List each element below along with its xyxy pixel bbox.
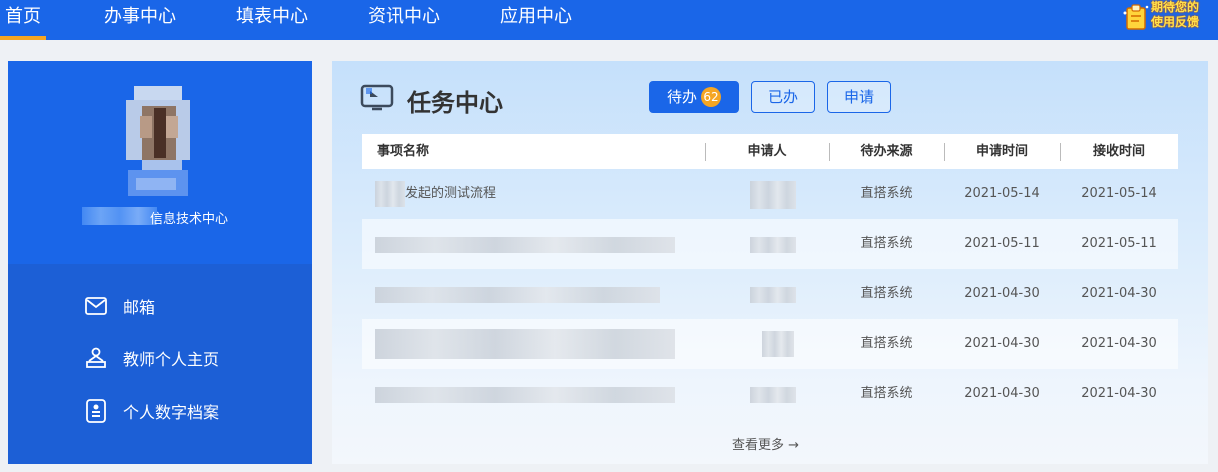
redacted-text <box>375 329 675 359</box>
side-menu: 邮箱 教师个人主页 个人数字档案 <box>8 264 312 464</box>
top-nav: 首页 办事中心 填表中心 资讯中心 应用中心 期待您的 使用反馈 <box>0 0 1218 40</box>
cell-apply-time: 2021-05-11 <box>964 236 1040 251</box>
nav-item-news-center[interactable]: 资讯中心 <box>368 0 440 40</box>
cell-apply-time: 2021-05-14 <box>964 186 1040 201</box>
todo-count-badge: 62 <box>701 87 721 107</box>
view-more-link[interactable]: 查看更多 → <box>732 434 799 453</box>
menu-item-label: 邮箱 <box>123 298 156 317</box>
cell-source: 直搭系统 <box>860 286 913 301</box>
department-label: 信息技术中心 <box>150 212 229 227</box>
redacted-applicant <box>750 387 796 403</box>
redacted-text <box>375 237 675 253</box>
clipboard-icon <box>1123 3 1149 35</box>
tab-todo-label: 待办 <box>666 88 697 106</box>
nav-item-service-center[interactable]: 办事中心 <box>104 0 176 40</box>
tab-done[interactable]: 已办 <box>751 81 815 113</box>
task-center-panel: 任务中心 待办 62 已办 申请 事项名称 申请人 待办来源 申请时间 接收时间 … <box>332 61 1208 464</box>
cell-apply-time: 2021-04-30 <box>964 386 1040 401</box>
menu-item-digital-archive[interactable]: 个人数字档案 <box>83 396 219 426</box>
table-row[interactable]: 直搭系统 2021-04-30 2021-04-30 <box>362 369 1178 419</box>
cell-source: 直搭系统 <box>860 186 913 201</box>
menu-item-teacher-home[interactable]: 教师个人主页 <box>83 343 219 373</box>
cell-source: 直搭系统 <box>860 236 913 251</box>
cell-source: 直搭系统 <box>860 336 913 351</box>
digital-archive-icon <box>83 398 109 424</box>
nav-item-app-center[interactable]: 应用中心 <box>500 0 572 40</box>
profile-card: 信息技术中心 <box>8 61 312 264</box>
nav-item-home[interactable]: 首页 <box>0 0 46 40</box>
redacted-applicant <box>750 181 796 209</box>
cell-source: 直搭系统 <box>860 386 913 401</box>
redacted-applicant <box>750 287 796 303</box>
table-header: 事项名称 申请人 待办来源 申请时间 接收时间 <box>362 134 1178 169</box>
cell-item-name: 发起的测试流程 <box>405 186 497 201</box>
menu-item-label: 个人数字档案 <box>123 403 220 422</box>
tab-todo[interactable]: 待办 62 <box>649 81 739 113</box>
user-name-redacted <box>82 207 157 225</box>
cell-receive-time: 2021-04-30 <box>1081 286 1157 301</box>
cell-receive-time: 2021-04-30 <box>1081 336 1157 351</box>
feedback-text: 期待您的 使用反馈 <box>1151 0 1217 30</box>
feedback-button[interactable]: 期待您的 使用反馈 <box>1119 0 1214 34</box>
redacted-text <box>375 287 660 303</box>
cell-apply-time: 2021-04-30 <box>964 286 1040 301</box>
mail-icon <box>83 293 109 319</box>
tab-apply[interactable]: 申请 <box>827 81 891 113</box>
redacted-text <box>375 181 405 207</box>
col-item-name: 事项名称 <box>377 144 430 159</box>
redacted-applicant <box>750 237 796 253</box>
feedback-line-2: 使用反馈 <box>1151 15 1200 29</box>
task-center-title: 任务中心 <box>407 89 503 117</box>
col-applicant: 申请人 <box>747 144 787 159</box>
avatar[interactable] <box>118 86 198 196</box>
redacted-text <box>375 387 675 403</box>
table-row[interactable]: 直搭系统 2021-04-30 2021-04-30 <box>362 319 1178 369</box>
col-apply-time: 申请时间 <box>975 144 1028 159</box>
menu-item-label: 教师个人主页 <box>123 350 220 369</box>
cell-receive-time: 2021-05-14 <box>1081 186 1157 201</box>
table-row[interactable]: 发起的测试流程 直搭系统 2021-05-14 2021-05-14 <box>362 169 1178 219</box>
cell-receive-time: 2021-04-30 <box>1081 386 1157 401</box>
col-source: 待办来源 <box>860 144 913 159</box>
table-row[interactable]: 直搭系统 2021-04-30 2021-04-30 <box>362 269 1178 319</box>
cell-apply-time: 2021-04-30 <box>964 336 1040 351</box>
col-receive-time: 接收时间 <box>1092 144 1145 159</box>
monitor-icon <box>360 83 398 117</box>
table-row[interactable]: 直搭系统 2021-05-11 2021-05-11 <box>362 219 1178 269</box>
nav-item-form-center[interactable]: 填表中心 <box>236 0 308 40</box>
menu-item-mail[interactable]: 邮箱 <box>83 291 155 321</box>
teacher-home-icon <box>83 345 109 371</box>
feedback-line-1: 期待您的 <box>1151 0 1200 14</box>
cell-receive-time: 2021-05-11 <box>1081 236 1157 251</box>
redacted-applicant <box>762 331 794 357</box>
